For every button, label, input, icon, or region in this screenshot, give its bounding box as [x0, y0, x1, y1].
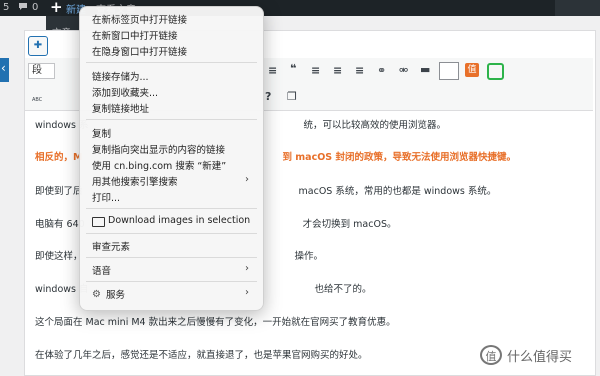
- chevron-right-icon: ›: [245, 263, 249, 274]
- align-left-icon[interactable]: ≡: [311, 64, 320, 77]
- menu-separator: [86, 281, 257, 282]
- help-icon[interactable]: ?: [265, 90, 271, 103]
- menu-copy-link-address[interactable]: 复制链接地址: [92, 101, 149, 115]
- download-images-icon: [92, 217, 105, 227]
- menu-print[interactable]: 打印...: [92, 190, 120, 204]
- comments-count[interactable]: 0: [32, 2, 38, 13]
- insert-link-icon[interactable]: ⚭: [377, 64, 386, 77]
- more-tag-icon[interactable]: ▬: [420, 63, 430, 76]
- strikethrough-icon[interactable]: ≡: [268, 64, 277, 77]
- paragraph-format-select[interactable]: 段: [28, 63, 55, 79]
- watermark-logo: 值: [480, 345, 502, 365]
- chevron-right-icon: ›: [245, 174, 249, 185]
- unlink-icon[interactable]: ⚮: [399, 64, 408, 77]
- menu-separator: [86, 233, 257, 234]
- media-icon: ✚: [33, 40, 43, 51]
- menu-inspect[interactable]: 审查元素: [92, 239, 130, 253]
- paragraph-7: 这个局面在 Mac mini M4 款出来之后慢慢有了变化，一开始就在官网买了教…: [35, 317, 396, 328]
- menu-separator: [86, 119, 257, 120]
- menu-separator: [86, 208, 257, 209]
- menu-open-new-tab[interactable]: 在新标签页中打开链接: [92, 12, 187, 26]
- menu-open-incognito[interactable]: 在隐身窗口中打开链接: [92, 44, 187, 58]
- collapse-menu-tab[interactable]: ‹: [0, 58, 9, 82]
- gear-icon: ⚙: [92, 289, 101, 300]
- chevron-left-icon: ‹: [1, 61, 6, 75]
- spellcheck-icon[interactable]: ABC: [32, 97, 42, 103]
- menu-separator: [86, 257, 257, 258]
- text-color-picker[interactable]: [439, 62, 459, 80]
- add-media-button[interactable]: ✚: [28, 36, 48, 56]
- align-right-icon[interactable]: ≡: [355, 64, 364, 77]
- menu-copy-link-to-highlight[interactable]: 复制指向突出显示的内容的链接: [92, 142, 225, 156]
- menu-speech[interactable]: 语音: [92, 263, 111, 277]
- menu-open-new-window[interactable]: 在新窗口中打开链接: [92, 28, 178, 42]
- paragraph-8: 在体验了几年之后，感觉还是不适应，就直接退了，也是苹果官网购买的好处。: [35, 350, 368, 361]
- updates-count[interactable]: 5: [3, 2, 9, 13]
- menu-copy[interactable]: 复制: [92, 126, 111, 140]
- menu-save-link-as[interactable]: 链接存储为...: [92, 69, 149, 83]
- menu-separator: [86, 62, 257, 63]
- watermark-text: 什么值得买: [507, 350, 573, 365]
- context-menu: 在新标签页中打开链接 在新窗口中打开链接 在隐身窗口中打开链接 链接存储为...…: [79, 6, 264, 311]
- menu-add-to-favorites[interactable]: 添加到收藏夹...: [92, 85, 158, 99]
- chevron-right-icon: ›: [245, 287, 249, 298]
- menu-services[interactable]: 服务: [106, 287, 125, 301]
- quote-icon[interactable]: ❝: [290, 62, 296, 75]
- paste-icon[interactable]: ❐: [287, 90, 297, 103]
- comment-icon[interactable]: [18, 2, 28, 11]
- menu-download-images[interactable]: Download images in selection: [108, 215, 250, 226]
- menu-search-bing[interactable]: 使用 cn.bing.com 搜索 “新建”: [92, 158, 226, 172]
- align-center-icon[interactable]: ≡: [333, 64, 342, 77]
- plus-icon[interactable]: +: [50, 0, 63, 16]
- shopping-bag-icon[interactable]: [487, 63, 504, 80]
- menu-search-other-engine[interactable]: 用其他搜索引擎搜索: [92, 174, 178, 188]
- watermark: 值 什么值得买: [480, 343, 594, 367]
- smzdm-plugin-icon[interactable]: 值: [465, 63, 479, 77]
- admin-bar-account[interactable]: [555, 0, 600, 16]
